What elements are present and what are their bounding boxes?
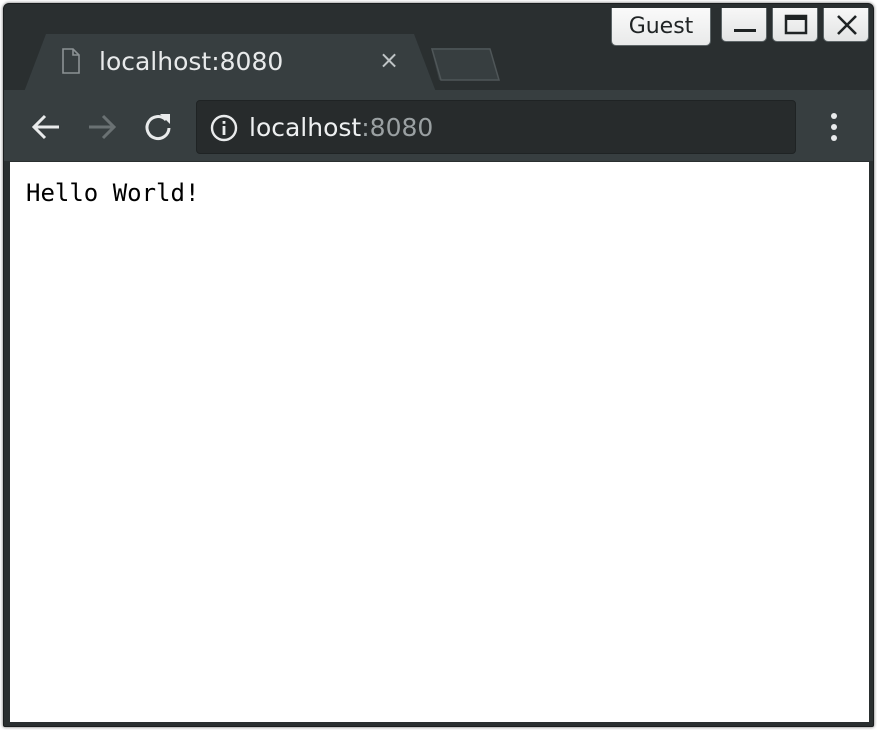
info-icon[interactable] [210,114,238,142]
maximize-button[interactable] [772,8,818,42]
arrow-right-icon [89,114,117,140]
profile-label: Guest [628,14,694,39]
new-tab-outline [431,48,500,81]
toolbar: localhost:8080 [4,90,873,162]
address-bar[interactable]: localhost:8080 [196,100,796,154]
browser-window: localhost:8080 × Guest localhost:8080 He… [3,3,874,727]
tab-localhost[interactable]: localhost:8080 × [24,34,436,92]
minimize-icon [734,29,756,32]
tab-title: localhost:8080 [99,47,284,76]
page-content: Hello World! [10,162,869,722]
forward-button[interactable] [86,112,118,142]
minimize-button[interactable] [721,8,767,42]
close-icon [837,15,857,35]
reload-button[interactable] [142,112,174,142]
kebab-menu-icon [831,113,837,141]
url-host: localhost [249,113,362,142]
reload-icon [145,114,171,141]
url-text[interactable]: localhost:8080 [249,113,433,142]
close-window-button[interactable] [823,8,869,42]
url-port: :8080 [361,113,434,142]
arrow-left-icon [31,114,59,140]
tab-close-button[interactable]: × [378,48,400,72]
page-body-text: Hello World! [26,179,200,207]
profile-button[interactable]: Guest [611,8,711,46]
document-icon [61,48,81,74]
maximize-icon [784,14,808,35]
back-button[interactable] [30,112,62,142]
browser-menu-button[interactable] [821,112,847,142]
tab-strip: localhost:8080 × Guest [4,4,873,92]
